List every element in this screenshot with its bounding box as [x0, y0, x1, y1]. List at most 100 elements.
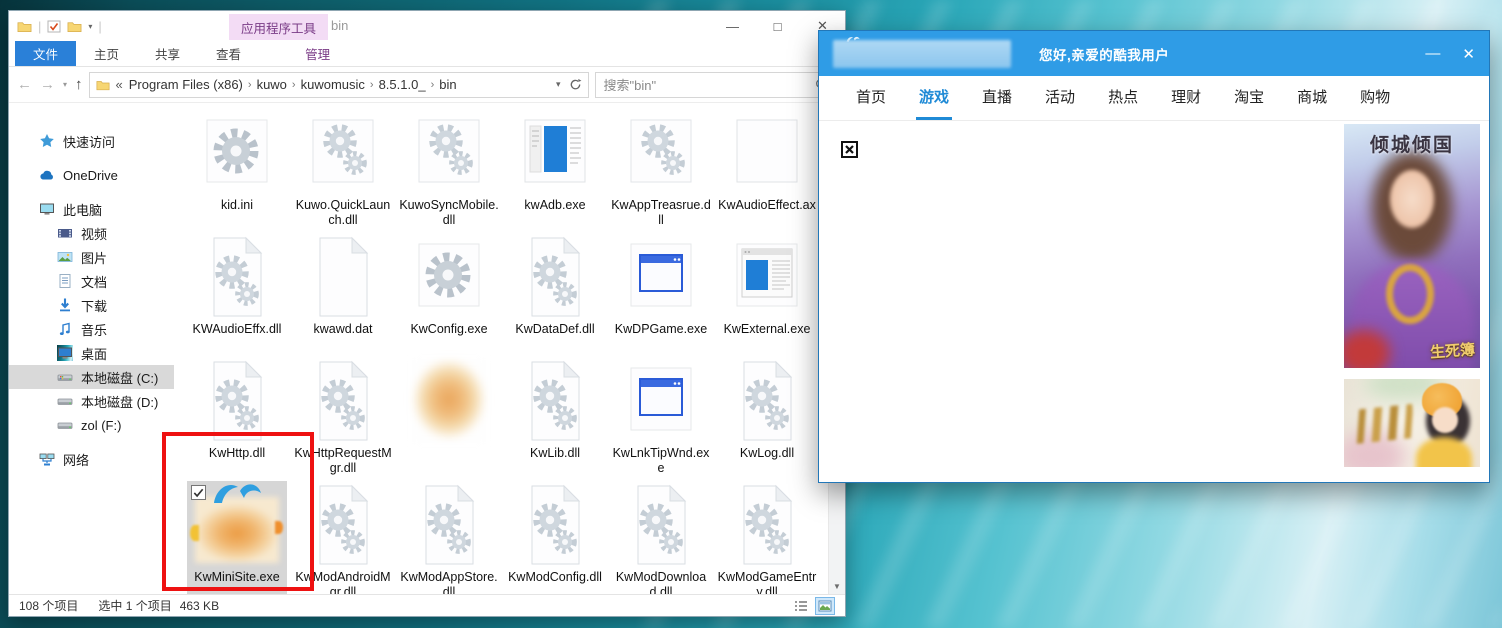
sidebar-item[interactable]: OneDrive: [9, 163, 174, 187]
breadcrumb-segment[interactable]: bin: [439, 77, 462, 92]
sidebar-item-label[interactable]: 本地磁盘 (C:): [81, 368, 158, 387]
up-icon[interactable]: ↑: [75, 76, 83, 93]
kuwo-tab[interactable]: 直播: [979, 76, 1015, 120]
file-name[interactable]: KWAudioEffx.dll: [193, 322, 282, 337]
kuwo-tab[interactable]: 理财: [1168, 76, 1204, 120]
sidebar-item[interactable]: 网络: [9, 447, 174, 471]
file-name[interactable]: kwawd.dat: [313, 322, 372, 337]
sidebar-item-label[interactable]: 本地磁盘 (D:): [81, 392, 158, 411]
sidebar-item[interactable]: 音乐: [9, 317, 174, 341]
sidebar-item-label[interactable]: 桌面: [81, 344, 107, 363]
ribbon-tab[interactable]: 文件: [15, 41, 76, 66]
file-name[interactable]: kwAdb.exe: [524, 198, 585, 213]
sidebar-item-label[interactable]: 下载: [81, 296, 107, 315]
close-button[interactable]: ✕: [1462, 45, 1475, 63]
ribbon-tab[interactable]: 管理: [287, 41, 348, 66]
sidebar-item[interactable]: 下载: [9, 293, 174, 317]
file-name[interactable]: KwLnkTipWnd.exe: [611, 446, 711, 476]
chevron-down-icon[interactable]: ▾: [556, 79, 561, 90]
kuwo-tab[interactable]: 购物: [1357, 76, 1393, 120]
maximize-button[interactable]: □: [755, 12, 800, 41]
file-tile[interactable]: KwLib.dll: [505, 357, 605, 479]
file-tile[interactable]: kid.ini: [187, 109, 287, 231]
breadcrumb-segment[interactable]: kuwomusic›: [301, 77, 375, 92]
file-tile[interactable]: kwAdb.exe: [505, 109, 605, 231]
file-name[interactable]: KuwoSyncMobile.dll: [399, 198, 499, 228]
file-name[interactable]: Kuwo.QuickLaunch.dll: [293, 198, 393, 228]
kuwo-tab[interactable]: 首页: [853, 76, 889, 120]
sidebar-item-label[interactable]: OneDrive: [63, 168, 118, 183]
file-name[interactable]: KwAudioEffect.ax: [718, 198, 816, 213]
sidebar-item-label[interactable]: 快速访问: [63, 132, 115, 151]
file-tile[interactable]: KwModConfig.dll: [505, 481, 605, 603]
sidebar-item-label[interactable]: 文档: [81, 272, 107, 291]
file-name[interactable]: KwModConfig.dll: [508, 570, 602, 585]
file-name[interactable]: kid.ini: [221, 198, 253, 213]
game-ad-banner[interactable]: 倾城倾国 生死簿: [1344, 124, 1480, 368]
ribbon-tab[interactable]: 主页: [76, 41, 137, 66]
sidebar-item[interactable]: 本地磁盘 (C:): [9, 365, 174, 389]
file-name[interactable]: KwLib.dll: [530, 446, 580, 461]
sidebar-item-label[interactable]: zol (F:): [81, 418, 121, 433]
breadcrumb-segment[interactable]: kuwo›: [257, 77, 297, 92]
file-tile[interactable]: KwModGameEntry.dll: [717, 481, 817, 603]
file-tile[interactable]: KwLnkTipWnd.exe: [611, 357, 711, 479]
ribbon-tab[interactable]: 查看: [198, 41, 259, 66]
sidebar-item-label[interactable]: 网络: [63, 450, 89, 469]
file-tile[interactable]: kwawd.dat: [293, 233, 393, 355]
folder-icon[interactable]: [67, 20, 82, 33]
file-tile[interactable]: KwModAppStore.dll: [399, 481, 499, 603]
kuwo-tab[interactable]: 淘宝: [1231, 76, 1267, 120]
sidebar-item-label[interactable]: 音乐: [81, 320, 107, 339]
file-name[interactable]: KwConfig.exe: [410, 322, 487, 337]
sidebar-item[interactable]: 视频: [9, 221, 174, 245]
sidebar-item[interactable]: 快速访问: [9, 129, 174, 153]
minimize-button[interactable]: —: [710, 12, 755, 41]
ribbon-tab[interactable]: 共享: [137, 41, 198, 66]
check-file-icon[interactable]: [47, 20, 61, 33]
thumbnail-view-icon[interactable]: [815, 597, 835, 615]
file-name[interactable]: KwLog.dll: [740, 446, 794, 461]
sidebar-item-label[interactable]: 此电脑: [63, 200, 102, 219]
file-tile[interactable]: KwModDownload.dll: [611, 481, 711, 603]
details-view-icon[interactable]: [791, 597, 811, 615]
sidebar-item[interactable]: 此电脑: [9, 197, 174, 221]
file-tile[interactable]: KwDataDef.dll: [505, 233, 605, 355]
file-tile[interactable]: KwConfig.exe: [399, 233, 499, 355]
breadcrumb-segment[interactable]: Program Files (x86)›: [129, 77, 253, 92]
kuwo-tab[interactable]: 活动: [1042, 76, 1078, 120]
sidebar-item[interactable]: zol (F:): [9, 413, 174, 437]
file-tile[interactable]: [399, 357, 499, 479]
file-tile[interactable]: KwLog.dll: [717, 357, 817, 479]
file-tile[interactable]: KwExternal.exe: [717, 233, 817, 355]
chevron-down-icon[interactable]: ▾: [88, 22, 92, 31]
back-icon[interactable]: ←: [17, 76, 32, 93]
sidebar-item[interactable]: 本地磁盘 (D:): [9, 389, 174, 413]
sidebar-item[interactable]: 桌面: [9, 341, 174, 365]
file-tile[interactable]: Kuwo.QuickLaunch.dll: [293, 109, 393, 231]
folder-icon[interactable]: [17, 20, 32, 33]
search-box[interactable]: 搜索"bin": [595, 72, 837, 98]
file-name[interactable]: KwAppTreasrue.dll: [611, 198, 711, 228]
refresh-icon[interactable]: [569, 78, 582, 91]
file-name[interactable]: KwDPGame.exe: [615, 322, 707, 337]
file-tile[interactable]: KwAudioEffect.ax: [717, 109, 817, 231]
minimize-button[interactable]: —: [1425, 45, 1440, 63]
game-ad-thumbnail[interactable]: [1344, 379, 1480, 467]
chevron-down-icon[interactable]: ▾: [63, 80, 67, 89]
kuwo-tab[interactable]: 商城: [1294, 76, 1330, 120]
kuwo-tab[interactable]: 热点: [1105, 76, 1141, 120]
file-tile[interactable]: KwDPGame.exe: [611, 233, 711, 355]
file-name[interactable]: KwDataDef.dll: [515, 322, 594, 337]
sidebar-item-label[interactable]: 图片: [81, 248, 107, 267]
file-name[interactable]: KwExternal.exe: [724, 322, 811, 337]
file-tile[interactable]: KWAudioEffx.dll: [187, 233, 287, 355]
file-tile[interactable]: KuwoSyncMobile.dll: [399, 109, 499, 231]
address-bar[interactable]: « Program Files (x86)› kuwo› kuwomusic› …: [89, 72, 589, 98]
sidebar-item[interactable]: 图片: [9, 245, 174, 269]
scroll-down-icon[interactable]: ▼: [829, 578, 845, 594]
forward-icon[interactable]: →: [40, 76, 55, 93]
sidebar-item-label[interactable]: 视频: [81, 224, 107, 243]
sidebar-item[interactable]: 文档: [9, 269, 174, 293]
file-tile[interactable]: KwAppTreasrue.dll: [611, 109, 711, 231]
